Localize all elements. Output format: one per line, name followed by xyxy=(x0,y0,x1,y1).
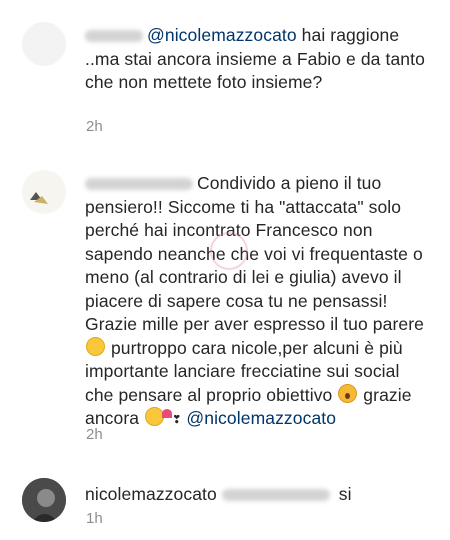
comment-body: Condivido a pieno il tuo pensiero!! Sicc… xyxy=(85,173,424,334)
username-redacted[interactable] xyxy=(85,178,193,191)
avatar-image-icon xyxy=(30,192,48,204)
avatar-image-icon xyxy=(22,478,66,522)
timestamp[interactable]: 2h xyxy=(86,426,103,443)
timestamp[interactable]: 2h xyxy=(86,118,103,135)
avatar[interactable] xyxy=(22,478,66,522)
username-redacted[interactable] xyxy=(85,30,143,43)
mention-link[interactable]: @nicolemazzocato xyxy=(186,408,336,428)
small-heart-icon: ❣ xyxy=(172,414,182,426)
mention-redacted[interactable] xyxy=(221,489,330,502)
heart-icon xyxy=(162,409,173,418)
comment-text: nicolemazzocato si xyxy=(85,483,430,507)
comment-text: @nicolemazzocato hai raggione ..ma stai … xyxy=(85,24,430,95)
hugging-face-icon xyxy=(86,336,105,356)
timestamp[interactable]: 1h xyxy=(86,510,103,527)
comment-body: si xyxy=(333,484,352,504)
avatar[interactable] xyxy=(22,22,66,66)
screaming-face-icon xyxy=(338,383,358,403)
comment-text: Condivido a pieno il tuo pensiero!! Sicc… xyxy=(85,172,430,433)
username[interactable]: nicolemazzocato xyxy=(85,484,217,504)
mention-link[interactable]: @nicolemazzocato xyxy=(147,25,297,45)
avatar[interactable] xyxy=(22,170,66,214)
